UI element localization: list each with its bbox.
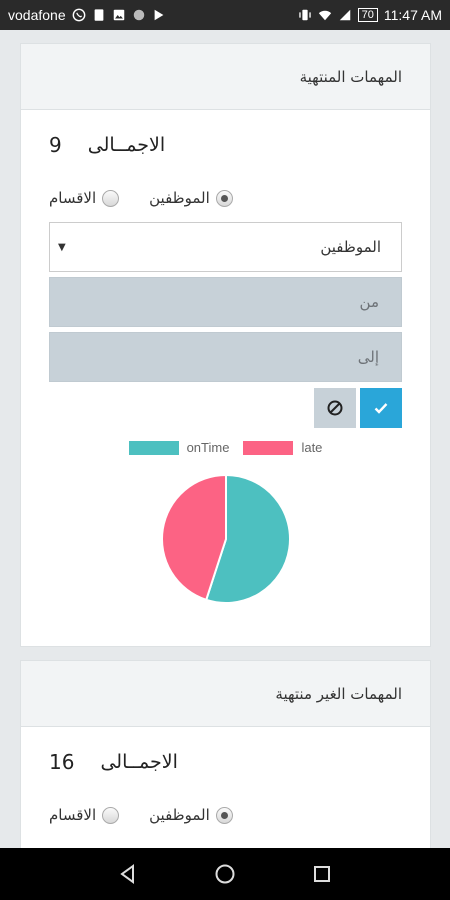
total-value: 16 bbox=[49, 750, 75, 774]
dropdown-arrow-icon: ▼ bbox=[58, 241, 66, 253]
sim-icon bbox=[92, 8, 106, 22]
clock: 11:47 AM bbox=[383, 7, 442, 23]
legend-label: onTime bbox=[186, 440, 230, 455]
legend-swatch bbox=[128, 440, 179, 455]
radio-departments-circle[interactable] bbox=[102, 806, 120, 824]
back-button[interactable] bbox=[108, 854, 148, 894]
status-bar: vodafone 70 11:47 AM bbox=[0, 0, 450, 30]
radio-departments[interactable]: الاقسام bbox=[49, 189, 120, 207]
select-value: الموظفين bbox=[320, 238, 381, 256]
check-icon bbox=[374, 403, 388, 414]
gallery-icon bbox=[112, 8, 126, 22]
card-title: المهمات المنتهية bbox=[299, 67, 402, 86]
radio-employees-label: الموظفين bbox=[149, 189, 210, 207]
chart-legend: onTime late bbox=[49, 440, 402, 455]
send-icon bbox=[152, 8, 166, 22]
total-label: الاجمــالى bbox=[100, 751, 178, 773]
employee-select[interactable]: ▼ الموظفين bbox=[49, 222, 402, 272]
completed-tasks-card: المهمات المنتهية الاجمــالى 9 الموظفين ا… bbox=[20, 43, 431, 647]
radio-departments-label: الاقسام bbox=[49, 189, 97, 207]
legend-item-ontime[interactable]: onTime bbox=[128, 440, 230, 455]
total-label: الاجمــالى bbox=[87, 134, 166, 156]
circle-icon bbox=[132, 8, 146, 22]
carrier-name: vodafone bbox=[8, 7, 66, 23]
filter-radio-group: الموظفين الاقسام bbox=[49, 797, 402, 833]
radio-employees-label: الموظفين bbox=[149, 806, 210, 824]
card-title: المهمات الغير منتهية bbox=[275, 684, 402, 703]
recents-button[interactable] bbox=[302, 854, 342, 894]
radio-employees-circle[interactable] bbox=[215, 189, 233, 207]
navigation-bar bbox=[0, 848, 450, 900]
radio-departments-label: الاقسام bbox=[49, 806, 97, 824]
from-date-field[interactable] bbox=[49, 277, 402, 327]
wifi-icon bbox=[318, 8, 332, 22]
radio-employees-circle[interactable] bbox=[215, 806, 233, 824]
back-triangle-icon bbox=[120, 864, 135, 884]
total-row: الاجمــالى 16 bbox=[49, 727, 402, 797]
battery-icon: 70 bbox=[357, 8, 378, 22]
total-row: الاجمــالى 9 bbox=[49, 110, 402, 180]
incomplete-tasks-card: المهمات الغير منتهية الاجمــالى 16 الموظ… bbox=[20, 660, 431, 848]
to-date-input[interactable] bbox=[72, 348, 379, 366]
pie-chart bbox=[160, 473, 291, 604]
radio-employees[interactable]: الموظفين bbox=[149, 189, 233, 207]
radio-employees[interactable]: الموظفين bbox=[149, 806, 233, 824]
ban-icon bbox=[327, 400, 343, 416]
legend-label: late bbox=[301, 440, 323, 455]
card-header: المهمات الغير منتهية bbox=[21, 661, 430, 727]
clear-button[interactable] bbox=[314, 388, 356, 428]
recents-square-icon bbox=[313, 866, 330, 882]
apply-button[interactable] bbox=[360, 388, 402, 428]
radio-departments[interactable]: الاقسام bbox=[49, 806, 120, 824]
legend-item-late[interactable]: late bbox=[243, 440, 322, 455]
signal-icon bbox=[338, 8, 352, 22]
card-header: المهمات المنتهية bbox=[21, 44, 430, 110]
vibrate-icon bbox=[298, 8, 312, 22]
whatsapp-icon bbox=[72, 8, 86, 22]
filter-radio-group: الموظفين الاقسام bbox=[49, 180, 402, 216]
total-value: 9 bbox=[49, 133, 62, 157]
main-content: المهمات المنتهية الاجمــالى 9 الموظفين ا… bbox=[0, 30, 450, 848]
to-date-field[interactable] bbox=[49, 332, 402, 382]
legend-swatch bbox=[243, 440, 294, 455]
radio-departments-circle[interactable] bbox=[102, 189, 120, 207]
action-buttons bbox=[49, 388, 402, 428]
home-button[interactable] bbox=[205, 854, 245, 894]
home-circle-icon bbox=[215, 864, 235, 884]
from-date-input[interactable] bbox=[72, 293, 379, 311]
